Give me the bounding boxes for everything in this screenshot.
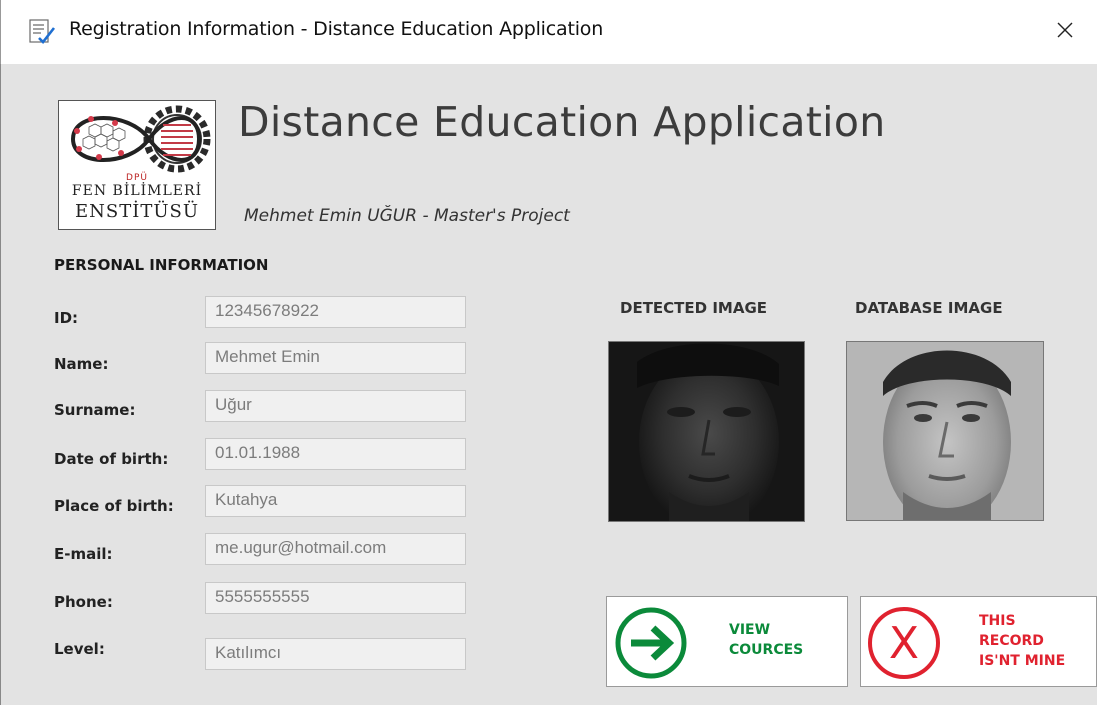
id-label: ID: <box>54 309 79 327</box>
logo-line-1: FEN BİLİMLERİ <box>71 183 203 199</box>
title-bar: Registration Information - Distance Educ… <box>0 0 1097 64</box>
personal-info-heading: PERSONAL INFORMATION <box>54 256 269 274</box>
view-label-line-2: COURCES <box>729 642 804 658</box>
reject-label-line-2: RECORD <box>979 633 1044 649</box>
view-courses-label: VIEW COURCES <box>729 620 803 660</box>
detected-face-photo <box>609 342 804 521</box>
institute-logo: DPÜ FEN BİLİMLERİ ENSTİTÜSÜ <box>58 100 216 230</box>
place-of-birth-field[interactable]: Kutahya <box>205 485 466 517</box>
database-face-photo <box>847 342 1043 520</box>
reject-record-label: THIS RECORD IS'NT MINE <box>979 611 1065 671</box>
email-label: E-mail: <box>54 545 113 563</box>
view-courses-button[interactable]: VIEW COURCES <box>606 596 848 687</box>
logo-line-2: ENSTİTÜSÜ <box>74 201 199 222</box>
detected-image <box>608 341 805 522</box>
project-subtitle: Mehmet Emin UĞUR - Master's Project <box>244 206 570 226</box>
x-circle-icon: X <box>865 605 943 685</box>
close-button[interactable] <box>1033 0 1097 64</box>
dna-gear-logo-icon <box>70 105 211 173</box>
app-title: Distance Education Application <box>238 98 886 146</box>
svg-text:X: X <box>889 618 919 669</box>
id-field[interactable]: 12345678922 <box>205 296 466 328</box>
reject-label-line-3: IS'NT MINE <box>979 653 1066 669</box>
reject-record-button[interactable]: X THIS RECORD IS'NT MINE <box>860 596 1097 687</box>
date-of-birth-field[interactable]: 01.01.1988 <box>205 438 466 470</box>
registration-form-icon <box>27 19 57 45</box>
phone-label: Phone: <box>54 593 113 611</box>
arrow-right-circle-icon <box>613 606 689 684</box>
phone-field[interactable]: 5555555555 <box>205 582 466 614</box>
email-field[interactable]: me.ugur@hotmail.com <box>205 533 466 565</box>
date-of-birth-label: Date of birth: <box>54 450 169 468</box>
level-label: Level: <box>54 640 105 658</box>
logo-dpu-text: DPÜ <box>126 173 148 183</box>
name-label: Name: <box>54 355 109 373</box>
view-label-line-1: VIEW <box>729 622 771 638</box>
surname-field[interactable]: Uğur <box>205 390 466 422</box>
surname-label: Surname: <box>54 401 136 419</box>
database-image <box>846 341 1044 521</box>
level-field[interactable]: Katılımcı <box>205 638 466 670</box>
window-title: Registration Information - Distance Educ… <box>69 18 604 40</box>
close-icon <box>1056 21 1074 43</box>
registration-window: Registration Information - Distance Educ… <box>0 0 1097 705</box>
database-image-label: DATABASE IMAGE <box>855 299 1003 317</box>
detected-image-label: DETECTED IMAGE <box>620 299 768 317</box>
place-of-birth-label: Place of birth: <box>54 497 174 515</box>
name-field[interactable]: Mehmet Emin <box>205 342 466 374</box>
reject-label-line-1: THIS <box>979 613 1016 629</box>
